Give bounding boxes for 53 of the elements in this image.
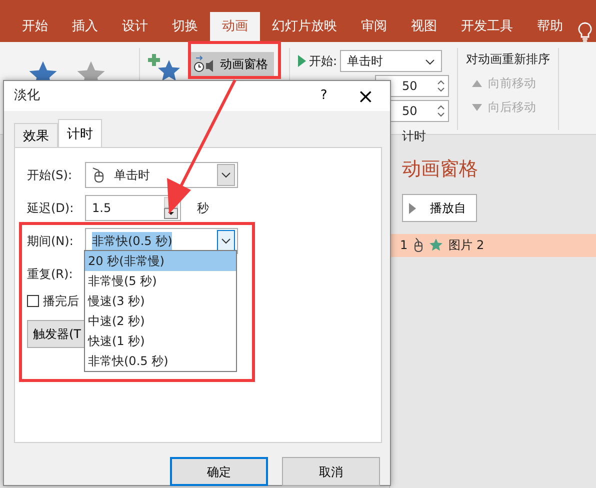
play-icon xyxy=(298,55,306,67)
dropdown-option[interactable]: 非常慢(5 秒) xyxy=(85,271,236,291)
ribbon-tab[interactable]: 设计 xyxy=(110,12,160,42)
ribbon-tab[interactable]: 开始 xyxy=(10,12,60,42)
ribbon-tab[interactable]: 切换 xyxy=(160,12,210,42)
start-dropdown[interactable]: 单击时 xyxy=(340,50,442,72)
lightbulb-icon[interactable] xyxy=(578,22,592,42)
spinner-arrows-icon[interactable] xyxy=(437,78,445,94)
chevron-down-icon[interactable] xyxy=(221,172,231,178)
dropdown-option[interactable]: 非常快(0.5 秒) xyxy=(85,351,236,371)
animation-pane-button[interactable]: 动画窗格 xyxy=(188,52,274,76)
field-label: 期间(N): xyxy=(27,233,74,250)
field-label: 开始(S): xyxy=(27,167,74,184)
field-label: 延迟(D): xyxy=(27,200,75,217)
dialog-tab[interactable]: 效果 xyxy=(14,123,58,147)
delay-field[interactable]: 1.5 xyxy=(85,195,181,221)
ribbon-tab[interactable]: 插入 xyxy=(60,12,110,42)
ribbon-tab[interactable]: 审阅 xyxy=(349,12,399,42)
ribbon-tab[interactable]: 开发工具 xyxy=(449,12,525,42)
start-label: 开始: xyxy=(309,53,338,70)
dropdown-field[interactable]: 单击时 xyxy=(85,162,238,188)
chevron-down-icon[interactable] xyxy=(425,58,436,65)
star-icon xyxy=(428,238,443,252)
play-from-button[interactable]: 播放自 xyxy=(402,194,477,222)
pane-title: 动画窗格 xyxy=(402,157,479,182)
field-label: 重复(R): xyxy=(27,266,74,283)
timer-icon xyxy=(194,55,214,73)
play-icon xyxy=(409,202,416,214)
up-triangle-icon xyxy=(472,78,482,88)
animation-list-item[interactable]: 1 图片 2 xyxy=(390,234,596,256)
dialog-title: 淡化 xyxy=(14,87,40,106)
group-label: 计时 xyxy=(402,129,426,143)
checkbox-label: 播完后 xyxy=(43,293,79,310)
ribbon-tab[interactable]: 动画 xyxy=(210,12,260,42)
item-name: 图片 2 xyxy=(448,237,484,254)
mouse-icon xyxy=(92,167,104,183)
ribbon-tab[interactable]: 视图 xyxy=(399,12,449,42)
mouse-icon xyxy=(414,238,423,252)
chevron-down-icon[interactable] xyxy=(221,238,231,244)
unit-label: 秒 xyxy=(197,200,209,217)
item-number: 1 xyxy=(400,237,408,254)
dropdown-option[interactable]: 慢速(3 秒) xyxy=(85,291,236,311)
dropdown-option[interactable]: 20 秒(非常慢) xyxy=(85,251,236,271)
help-button[interactable]: ? xyxy=(314,85,334,107)
ribbon-tab[interactable]: 帮助 xyxy=(525,12,575,42)
reorder-title: 对动画重新排序 xyxy=(466,51,550,68)
ok-button[interactable]: 确定 xyxy=(170,457,268,486)
cancel-button[interactable]: 取消 xyxy=(282,457,380,486)
spinner-arrows-icon[interactable] xyxy=(437,103,445,119)
down-triangle-icon xyxy=(472,102,482,112)
ribbon-tab[interactable]: 幻灯片放映 xyxy=(260,12,349,42)
checkbox[interactable] xyxy=(27,295,39,307)
dialog-tab[interactable]: 计时 xyxy=(58,119,102,147)
